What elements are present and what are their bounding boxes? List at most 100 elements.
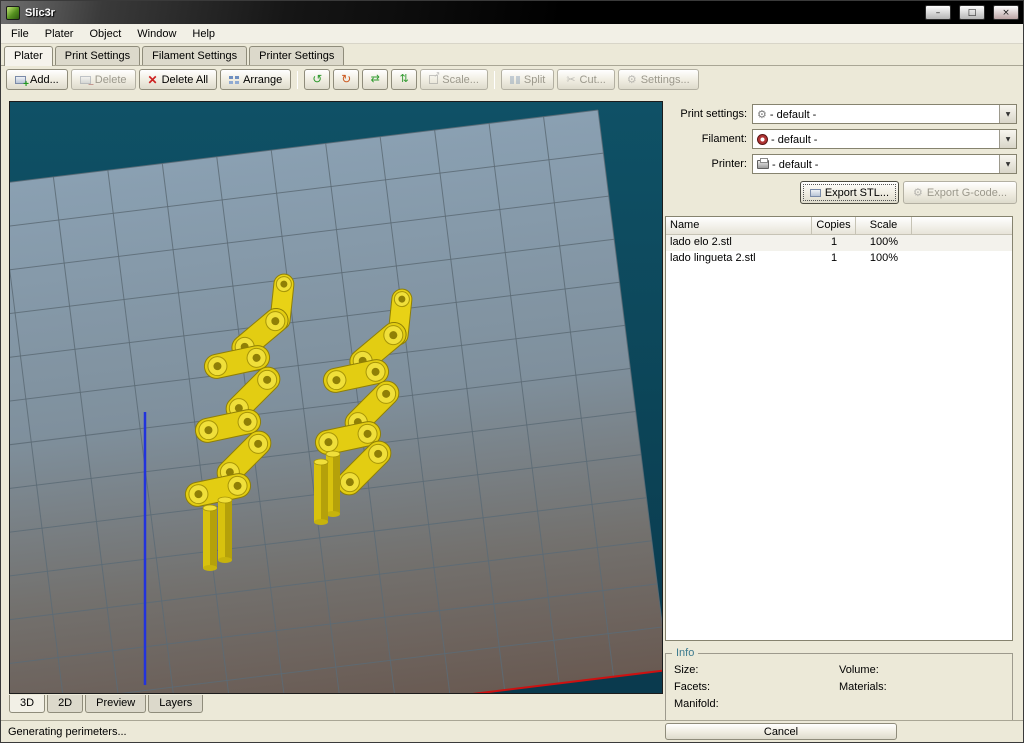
delete-button[interactable]: Delete [70,69,136,90]
scale-button[interactable]: Scale... [420,69,488,90]
split-button[interactable]: Split [500,69,555,90]
filament-row: Filament: - default - ▼ [665,129,1017,149]
printer-label: Printer: [711,158,747,170]
bed-scene [10,102,662,693]
delete-all-icon: ✕ [147,72,158,87]
filament-label: Filament: [701,133,747,145]
mirror-horizontal-icon: ⇄ [370,73,380,85]
info-volume-label: Volume: [839,664,879,676]
export-gcode-button[interactable]: ⚙ Export G-code... [903,181,1017,204]
column-header-filler [912,217,1012,234]
filament-spool-icon [757,133,768,145]
tab-plater[interactable]: Plater [4,46,53,66]
info-panel: Info Size: Volume: Facets: Materials: Ma… [665,647,1013,723]
settings-button[interactable]: ⚙ Settings... [617,69,699,90]
cut-button[interactable]: ✂ Cut... [557,69,615,90]
cell-copies: 1 [830,236,838,248]
tab-filament-settings[interactable]: Filament Settings [142,46,248,65]
print-settings-value: - default - [769,108,817,121]
cut-icon: ✂ [566,72,576,86]
minimize-button[interactable]: – [925,5,951,20]
cell-scale: 100% [869,252,899,264]
rotate-ccw-button[interactable]: ↺ [304,69,331,90]
info-materials-label: Materials: [839,681,887,693]
menu-plater[interactable]: Plater [37,25,82,43]
gear-icon: ⚙ [757,107,767,121]
mirror-vertical-button[interactable]: ⇅ [391,69,418,90]
export-stl-icon [809,188,821,197]
filament-value: - default - [771,133,818,146]
arrange-button[interactable]: Arrange [220,69,292,90]
print-bed [10,110,662,693]
cell-scale: 100% [869,236,899,248]
rotate-cw-icon: ↻ [341,72,352,86]
slic3r-logo-icon [6,5,20,20]
chevron-down-icon[interactable]: ▼ [999,130,1016,148]
printer-row: Printer: - default - ▼ [665,154,1017,174]
printer-icon [757,157,769,169]
toolbar-separator [297,70,299,89]
delete-icon [79,75,94,90]
view-tab-2d[interactable]: 2D [47,695,84,713]
rotate-cw-button[interactable]: ↻ [333,69,360,90]
toolbar-separator [493,70,495,89]
cell-name: lado elo 2.stl [670,236,732,248]
main-tabstrip: Plater Print Settings Filament Settings … [1,44,1023,66]
filament-combo[interactable]: - default - ▼ [752,129,1017,149]
print-settings-row: Print settings: ⚙ - default - ▼ [665,104,1017,124]
menu-object[interactable]: Object [81,25,129,43]
export-stl-button[interactable]: Export STL... [799,181,900,204]
split-icon [509,75,520,84]
settings-gear-icon: ⚙ [626,73,637,86]
cell-name: lado lingueta 2.stl [670,252,756,264]
tab-printer-settings[interactable]: Printer Settings [249,46,345,65]
add-icon [15,75,29,90]
view-mode-tabs: 3D 2D Preview Layers [9,695,205,713]
mirror-horizontal-button[interactable]: ⇄ [362,69,389,90]
column-header-scale[interactable]: Scale [856,217,912,234]
info-manifold-label: Manifold: [674,698,719,710]
close-button[interactable]: × [993,5,1019,20]
view-tab-preview[interactable]: Preview [85,695,147,713]
chevron-down-icon[interactable]: ▼ [999,105,1016,123]
plater-toolbar: Add... Delete ✕ Delete All Arrange ↺ ↻ ⇄… [1,66,1023,93]
cell-copies: 1 [830,252,838,264]
object-list: Name Copies Scale lado elo 2.stl 1 100% … [665,216,1013,641]
app-window: Slic3r – □ × File Plater Object Window H… [0,0,1024,743]
menu-window[interactable]: Window [129,25,184,43]
statusbar: Generating perimeters... Cancel [1,720,1023,742]
printer-combo[interactable]: - default - ▼ [752,154,1017,174]
export-gcode-icon: ⚙ [913,186,923,199]
print-settings-label: Print settings: [680,108,747,120]
table-row[interactable]: lado lingueta 2.stl 1 100% [666,251,1012,267]
window-title: Slic3r [25,6,55,19]
scale-icon [429,70,440,84]
add-button[interactable]: Add... [6,69,68,90]
maximize-button[interactable]: □ [959,5,985,20]
object-list-header: Name Copies Scale [666,217,1012,235]
tab-print-settings[interactable]: Print Settings [54,46,141,65]
rotate-ccw-icon: ↺ [312,72,323,86]
menu-help[interactable]: Help [184,25,223,43]
info-facets-label: Facets: [674,681,711,693]
view-tab-3d[interactable]: 3D [9,695,46,713]
delete-all-button[interactable]: ✕ Delete All [138,69,218,90]
cancel-button[interactable]: Cancel [665,723,897,740]
plater-sidebar: Print settings: ⚙ - default - ▼ Filament… [665,102,1017,723]
view-tab-layers[interactable]: Layers [148,695,204,713]
menu-file[interactable]: File [3,25,37,43]
viewport-3d[interactable] [9,101,663,694]
info-panel-title: Info [672,647,699,659]
printer-value: - default - [772,158,819,171]
print-settings-combo[interactable]: ⚙ - default - ▼ [752,104,1017,124]
arrange-icon [229,75,240,84]
main-area: 3D 2D Preview Layers Print settings: ⚙ -… [1,93,1023,723]
info-size-label: Size: [674,664,699,676]
table-row[interactable]: lado elo 2.stl 1 100% [666,235,1012,251]
column-header-name[interactable]: Name [666,217,812,234]
chevron-down-icon[interactable]: ▼ [999,155,1016,173]
column-header-copies[interactable]: Copies [812,217,856,234]
export-row: Export STL... ⚙ Export G-code... [665,181,1017,204]
titlebar: Slic3r – □ × [1,1,1023,24]
menubar: File Plater Object Window Help [1,24,1023,44]
